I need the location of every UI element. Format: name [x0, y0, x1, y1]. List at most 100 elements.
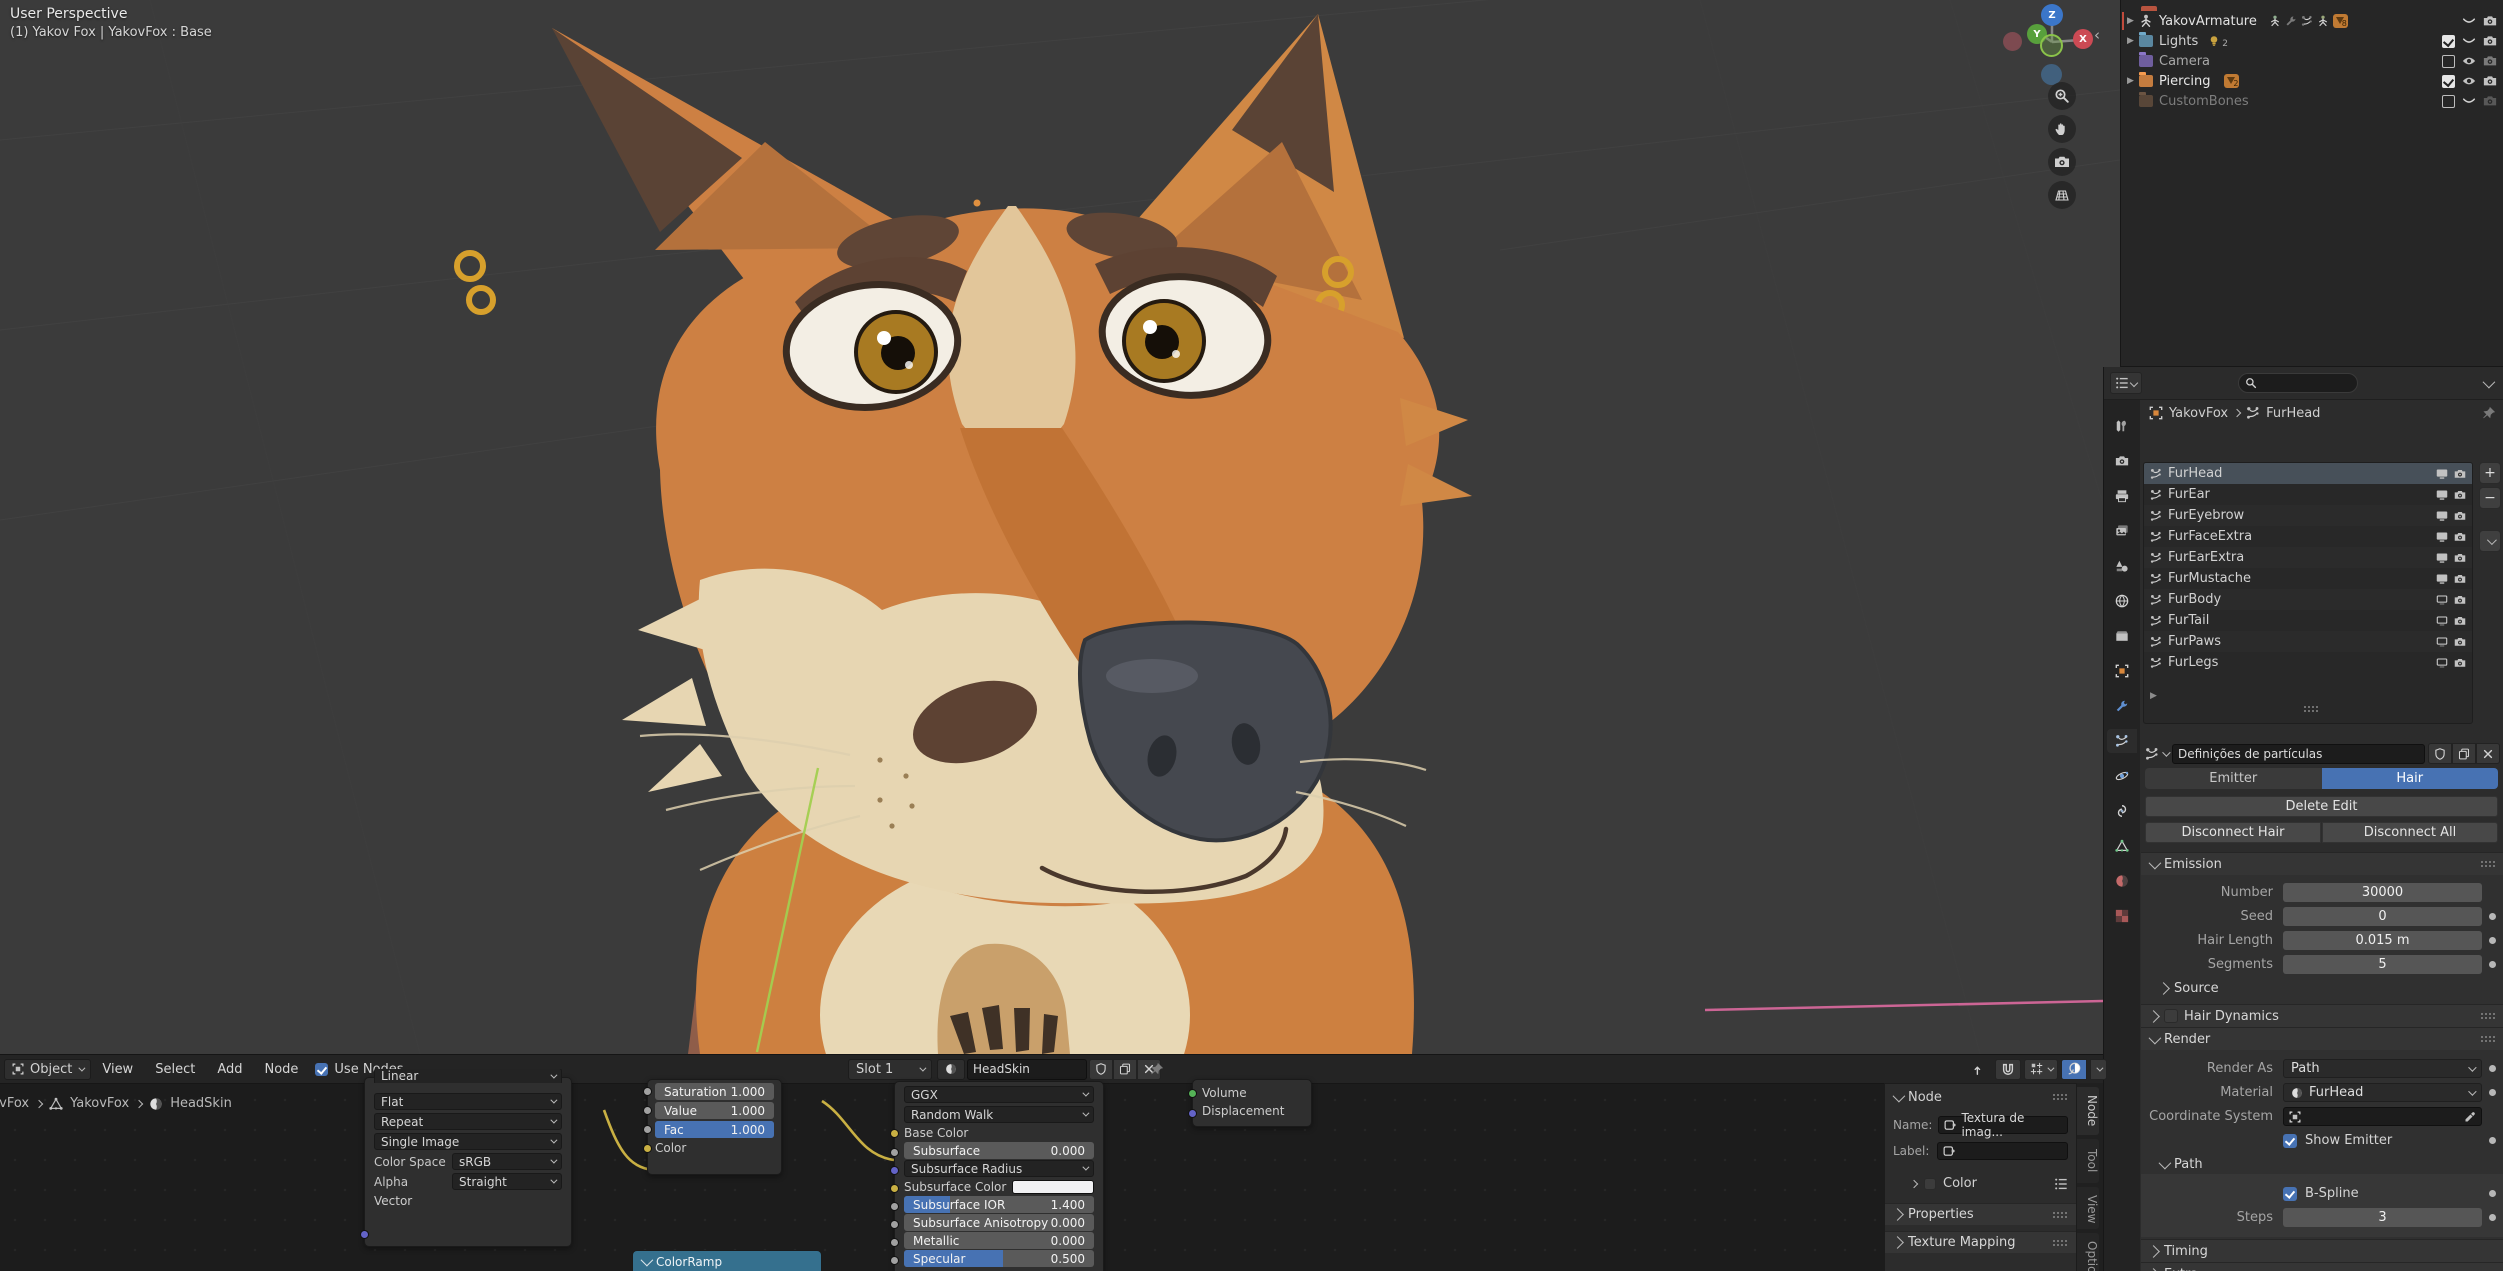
vector-input-socket[interactable]	[360, 1230, 369, 1239]
keyframe-dot[interactable]	[2489, 1137, 2496, 1144]
fake-user-button[interactable]	[2428, 743, 2452, 764]
list-resize-grip[interactable]	[2303, 705, 2320, 713]
seed-input[interactable]: 0	[2283, 907, 2482, 926]
particle-system-row[interactable]: FurMustache	[2144, 568, 2472, 589]
volume-input-socket[interactable]	[1188, 1089, 1197, 1098]
b-spline-checkbox[interactable]	[2283, 1186, 2297, 1201]
subsurface-color-input-socket[interactable]	[890, 1184, 899, 1193]
tab-material[interactable]	[2107, 869, 2137, 893]
metallic-input-socket[interactable]	[890, 1238, 899, 1247]
expand-arrow-icon[interactable]: ▶	[2127, 36, 2135, 46]
particle-system-row[interactable]: FurEarExtra	[2144, 547, 2472, 568]
disable-render-icon[interactable]	[2483, 14, 2497, 28]
saturation-input[interactable]: Saturation 1.000	[655, 1083, 774, 1100]
image-texture-node[interactable]: Linear Flat Repeat Single Image Color Sp…	[360, 1069, 572, 1247]
color-space-dropdown[interactable]: sRGB	[452, 1153, 562, 1170]
tab-world[interactable]	[2107, 589, 2137, 613]
metallic-input[interactable]: Metallic 0.000	[904, 1232, 1094, 1249]
fac-input-socket[interactable]	[643, 1125, 652, 1134]
tab-collection[interactable]	[2107, 624, 2137, 648]
value-input[interactable]: Value 1.000	[655, 1102, 774, 1119]
material-slot-dropdown[interactable]: Slot 1	[848, 1058, 932, 1080]
header-options-chevron-icon[interactable]	[2482, 375, 2496, 388]
navigation-gizmo[interactable]: Z Y X	[1985, 2, 2110, 88]
saturation-input-socket[interactable]	[643, 1087, 652, 1096]
tab-object-data[interactable]	[2107, 834, 2137, 858]
disconnect-hair-button[interactable]: Disconnect Hair	[2145, 822, 2321, 843]
overlays-toggle-button[interactable]	[2061, 1058, 2087, 1080]
render-visibility-icon[interactable]	[2454, 552, 2466, 564]
tab-render[interactable]	[2107, 449, 2137, 473]
particle-system-row[interactable]: FurLegs	[2144, 652, 2472, 673]
disable-render-icon[interactable]	[2483, 74, 2497, 88]
outliner-row-armature[interactable]: ▶ YakovArmature 8	[2121, 11, 2503, 31]
particle-specials-button[interactable]	[2479, 530, 2501, 552]
hair-dynamics-panel-header[interactable]: Hair Dynamics	[2141, 1004, 2503, 1027]
particle-system-row[interactable]: FurHead	[2144, 463, 2472, 484]
panel-drag-grip[interactable]	[2480, 1035, 2496, 1043]
outliner-row-lights[interactable]: ▶ Lights 2	[2121, 31, 2503, 51]
render-as-dropdown[interactable]: Path	[2283, 1059, 2482, 1078]
viewport-visibility-icon[interactable]	[2436, 573, 2448, 585]
viewport-zoom-button[interactable]	[2048, 82, 2076, 110]
outliner-row-piercing[interactable]: ▶ Piercing 2	[2121, 71, 2503, 91]
disable-render-icon[interactable]	[2483, 34, 2497, 48]
tab-texture[interactable]	[2107, 904, 2137, 928]
subsurface-input[interactable]: Subsurface 0.000	[904, 1142, 1094, 1159]
principled-bsdf-node[interactable]: GGX Random Walk Base Color Subsurface 0.0…	[890, 1081, 1104, 1271]
extension-dropdown[interactable]: Repeat	[374, 1113, 562, 1130]
gizmo-x-negative[interactable]	[2003, 32, 2022, 51]
source-panel-header[interactable]: Source	[2141, 978, 2503, 998]
viewport-pan-button[interactable]	[2048, 115, 2076, 143]
subsurface-anisotropy-input-socket[interactable]	[890, 1220, 899, 1229]
disable-render-icon[interactable]	[2483, 54, 2497, 68]
subsurface-radius-dropdown[interactable]: Subsurface Radius	[904, 1160, 1094, 1177]
tab-modifiers[interactable]	[2107, 694, 2137, 718]
panel-drag-grip[interactable]	[2052, 1210, 2068, 1219]
copy-material-button[interactable]	[1113, 1058, 1137, 1080]
breadcrumb-object[interactable]: YakovFox	[2169, 406, 2228, 421]
properties-panel-header[interactable]: Properties	[1885, 1203, 2076, 1225]
browse-settings-chevron-icon[interactable]	[2162, 747, 2171, 757]
path-panel-header[interactable]: Path	[2141, 1154, 2503, 1174]
steps-input[interactable]: 3	[2283, 1208, 2482, 1227]
tab-emitter[interactable]: Emitter	[2145, 768, 2322, 789]
base-color-input-socket[interactable]	[890, 1129, 899, 1138]
breadcrumb-data[interactable]: FurHead	[2266, 406, 2320, 421]
outliner-item-label[interactable]: YakovArmature	[2159, 14, 2257, 29]
interpolation-dropdown[interactable]: Linear	[374, 1069, 562, 1083]
segments-input[interactable]: 5	[2283, 955, 2482, 974]
render-visibility-icon[interactable]	[2454, 615, 2466, 627]
subsurface-method-dropdown[interactable]: Random Walk	[904, 1106, 1094, 1123]
viewport-visibility-icon[interactable]	[2436, 657, 2448, 669]
overlays-dropdown[interactable]	[2090, 1058, 2107, 1080]
particle-settings-name-field[interactable]: Definições de partículas	[2172, 743, 2425, 764]
keyframe-dot[interactable]	[2489, 1190, 2496, 1197]
keyframe-dot[interactable]	[2489, 1065, 2496, 1072]
particle-system-row[interactable]: FurPaws	[2144, 631, 2472, 652]
color-input-socket[interactable]	[643, 1144, 652, 1153]
gizmo-x-axis[interactable]: X	[2073, 29, 2093, 49]
parent-tree-button[interactable]	[1968, 1059, 1992, 1080]
tab-tool[interactable]	[2107, 414, 2137, 438]
tab-particles[interactable]	[2107, 729, 2137, 753]
material-output-node[interactable]: Volume Displacement	[1188, 1079, 1312, 1127]
subsurface-input-socket[interactable]	[890, 1148, 899, 1157]
3d-viewport[interactable]: User Perspective (1) Yakov Fox | YakovFo…	[0, 0, 2121, 1170]
viewport-visibility-icon[interactable]	[2436, 468, 2448, 480]
hide-viewport-icon[interactable]	[2462, 14, 2476, 28]
outliner-row-custombones[interactable]: CustomBones	[2121, 91, 2503, 111]
properties-search-input[interactable]	[2238, 373, 2358, 393]
browse-material-button[interactable]	[937, 1058, 965, 1080]
menu-view[interactable]: View	[91, 1062, 144, 1077]
hair-dynamics-checkbox[interactable]	[2164, 1009, 2178, 1023]
render-panel-header[interactable]: Render	[2141, 1027, 2503, 1050]
render-visibility-icon[interactable]	[2454, 531, 2466, 543]
particle-system-row[interactable]: FurEar	[2144, 484, 2472, 505]
disable-render-icon[interactable]	[2483, 94, 2497, 108]
number-input[interactable]: 30000	[2283, 883, 2482, 902]
subsurface-ior-input-socket[interactable]	[890, 1202, 899, 1211]
texture-mapping-panel-header[interactable]: Texture Mapping	[1885, 1231, 2076, 1253]
viewport-visibility-icon[interactable]	[2436, 510, 2448, 522]
exclude-checkbox[interactable]	[2442, 34, 2455, 48]
